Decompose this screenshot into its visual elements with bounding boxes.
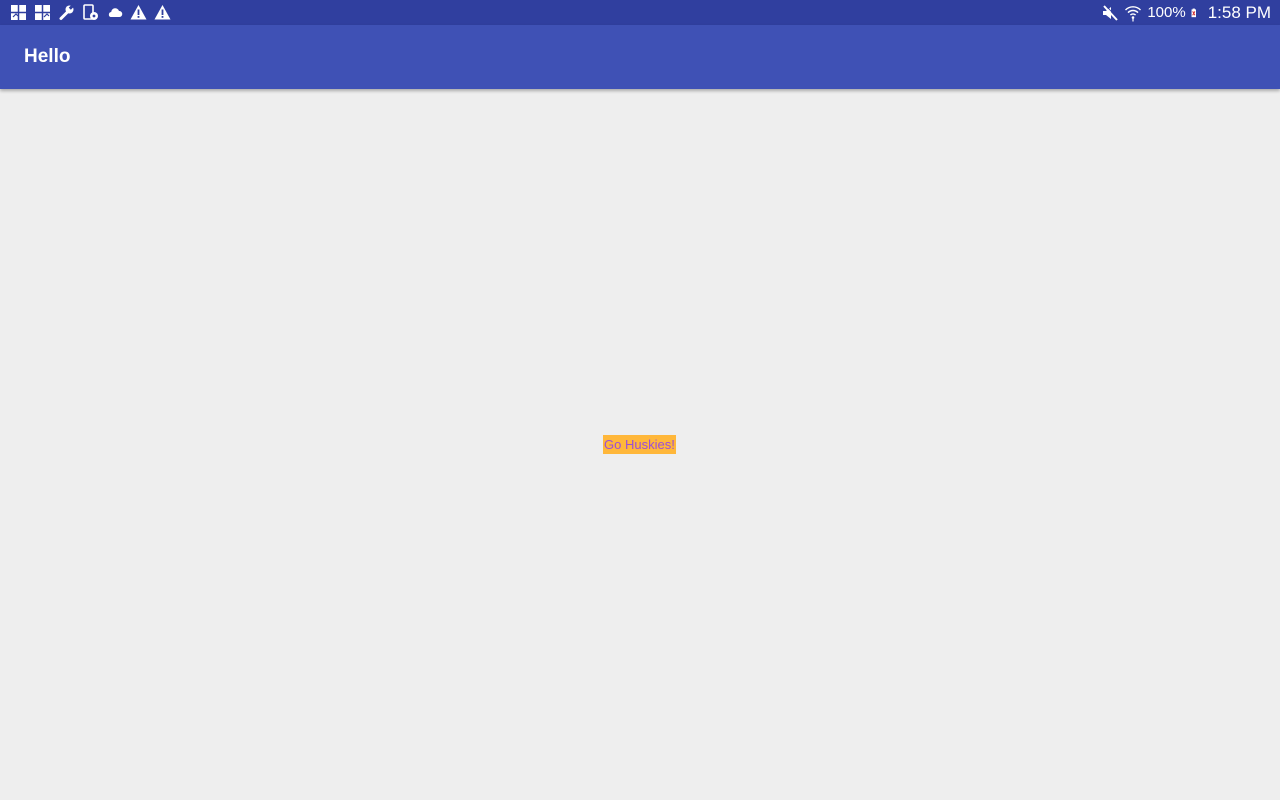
notification-icons bbox=[10, 4, 171, 21]
battery-icon bbox=[1191, 8, 1196, 17]
wrench-icon bbox=[59, 4, 75, 20]
device-settings-icon bbox=[83, 4, 98, 20]
mute-icon bbox=[1103, 4, 1119, 21]
wifi-icon bbox=[1125, 5, 1142, 21]
warning-icon bbox=[154, 5, 171, 20]
go-huskies-label: Go Huskies! bbox=[603, 435, 676, 454]
battery-percentage: 100% bbox=[1147, 4, 1186, 21]
status-bar: 100% 1:58 PM bbox=[0, 0, 1280, 25]
app-title: Hello bbox=[24, 46, 71, 67]
system-status: 100% 1:58 PM bbox=[1101, 0, 1271, 25]
app-bar: Hello bbox=[0, 25, 1280, 89]
gallery-icon bbox=[35, 5, 50, 20]
main-content: Go Huskies! bbox=[0, 89, 1280, 800]
gallery-icon bbox=[11, 5, 26, 20]
warning-icon bbox=[130, 5, 147, 20]
clock: 1:58 PM bbox=[1207, 2, 1271, 22]
cloud-icon bbox=[108, 8, 123, 17]
